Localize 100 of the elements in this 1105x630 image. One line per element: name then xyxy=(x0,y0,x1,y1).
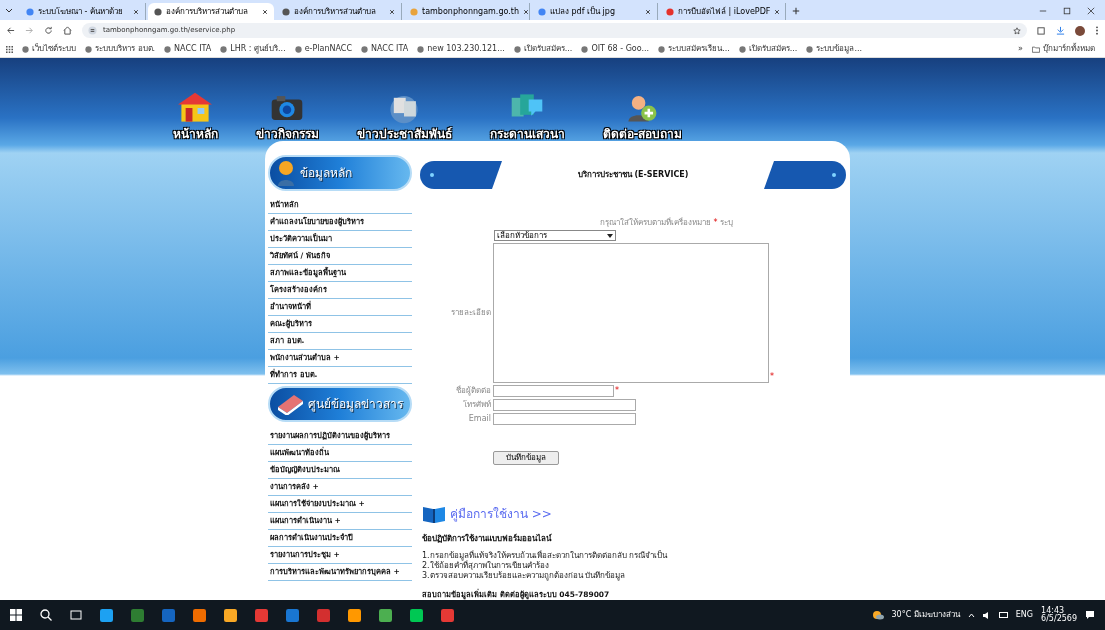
section-heading: ศูนย์ข้อมูลข่าวสาร xyxy=(308,396,403,413)
rule-text: 2.ใช้ถ้อยคำที่สุภาพในการเขียนคำร้อง xyxy=(422,561,549,571)
weather-text[interactable]: 30°C มีเมฆบางส่วน xyxy=(891,609,960,621)
all-bookmarks-button[interactable]: บุ๊กมาร์กทั้งหมด xyxy=(1032,43,1099,55)
tab-title: แปลง pdf เป็น jpg xyxy=(550,5,616,18)
user-manual-link[interactable]: คู่มือการใช้งาน >> xyxy=(450,505,552,523)
close-icon[interactable] xyxy=(262,8,268,15)
bookmark-icon xyxy=(85,45,92,53)
maximize-icon[interactable] xyxy=(1063,7,1071,15)
field-label: รายละเอียด xyxy=(450,307,492,319)
topic-dropdown[interactable]: เลือกหัวข้อการ xyxy=(494,230,616,241)
reload-icon[interactable] xyxy=(44,26,53,35)
bookmark-icon xyxy=(658,45,666,53)
taskbar-app-icon[interactable] xyxy=(100,608,113,622)
book-icon xyxy=(276,393,304,415)
close-icon[interactable] xyxy=(645,8,651,15)
star-icon[interactable] xyxy=(1013,26,1021,35)
taskbar-app-icon[interactable] xyxy=(193,608,206,622)
field-label: ชื่อผู้ติดต่อ xyxy=(455,385,492,397)
bookmark-label: NACC ITA xyxy=(371,43,409,55)
close-icon[interactable] xyxy=(1087,7,1095,15)
bookmark-label: e-PlanNACC xyxy=(304,43,352,55)
taskbar-app-icon[interactable] xyxy=(379,608,392,622)
rule-text: 3.ตรวจสอบความเรียบร้อยและความถูกต้องก่อน บันทึกข้อมูล xyxy=(422,571,627,581)
tab-title: องค์การบริหารส่วนตำบล xyxy=(294,5,377,18)
language-indicator[interactable]: ENG xyxy=(1015,609,1034,621)
favicon-icon xyxy=(410,7,418,16)
rules-heading: ข้อปฏิบัติการใช้งานแบบฟอร์มออนไลน์ xyxy=(422,533,553,545)
page-title: บริการประชาชน (E-SERVICE) xyxy=(576,169,690,181)
tab-title: องค์การบริหารส่วนตำบล xyxy=(166,5,249,18)
favicon-icon xyxy=(282,7,290,16)
taskbar-app-icon[interactable] xyxy=(224,608,237,622)
back-icon[interactable] xyxy=(6,26,15,35)
bookmark-icon xyxy=(361,45,368,53)
taskbar-app-icon[interactable] xyxy=(410,608,423,622)
bookmark-icon xyxy=(738,45,746,53)
notification-icon[interactable] xyxy=(1085,610,1095,620)
close-icon[interactable] xyxy=(522,8,529,15)
text-input[interactable] xyxy=(493,413,636,425)
taskbar-app-icon[interactable] xyxy=(255,608,268,622)
network-icon[interactable] xyxy=(998,611,1008,619)
bookmark-label: เปิดรับสมัคร... xyxy=(523,43,573,55)
bookmark[interactable]: ระบบข้อมูล... xyxy=(806,43,863,55)
tab-title: tambonphonngam.go.th xyxy=(422,5,519,18)
person-icon xyxy=(276,160,296,186)
favicon-icon xyxy=(538,7,546,16)
house-icon xyxy=(178,91,212,125)
download-icon[interactable] xyxy=(1056,26,1065,35)
bookmark-label: LHR : ศูนย์บริ... xyxy=(230,43,286,55)
bookmark[interactable]: e-PlanNACC xyxy=(294,43,352,55)
bookmark[interactable]: LHR : ศูนย์บริ... xyxy=(220,43,286,55)
close-icon[interactable] xyxy=(133,8,139,15)
close-icon[interactable] xyxy=(389,8,395,15)
section-heading: ข้อมูลหลัก xyxy=(300,165,352,182)
menu-icon[interactable] xyxy=(1095,26,1099,35)
tab-title: ระบบโฆษณา - ค้นหาด้วย xyxy=(38,5,124,18)
home-icon[interactable] xyxy=(63,26,72,35)
close-icon[interactable] xyxy=(774,8,781,15)
new-tab-icon[interactable] xyxy=(792,7,800,15)
bookmark[interactable]: NACC ITA xyxy=(361,43,409,55)
bookmark[interactable]: เปิดรับสมัคร... xyxy=(738,43,798,55)
site-info-icon[interactable] xyxy=(88,26,97,35)
bookmark[interactable]: เว็บไซต์ระบบ xyxy=(22,43,76,55)
favicon-icon xyxy=(154,7,162,16)
save-button[interactable]: บันทึกข้อมูล xyxy=(493,451,559,465)
search-icon[interactable] xyxy=(40,609,52,621)
taskbar-app-icon[interactable] xyxy=(348,608,361,622)
browser-tab[interactable]: องค์การบริหารส่วนตำบล xyxy=(148,3,274,20)
taskbar-app-icon[interactable] xyxy=(286,608,299,622)
speaker-icon[interactable] xyxy=(982,611,991,619)
windows-start-icon[interactable] xyxy=(10,609,22,621)
rule-text: 1.กรอกข้อมูลที่แท้จริงให้ครบถ้วนเพื่อสะดวกในการติดต่อกลับ กรณีจำเป็น xyxy=(422,551,669,561)
bookmark-icon xyxy=(581,45,589,53)
weather-icon[interactable] xyxy=(871,610,884,620)
text-input[interactable] xyxy=(493,399,636,411)
folder-icon xyxy=(1032,45,1040,53)
book-icon xyxy=(422,505,446,523)
bookmark-icon xyxy=(22,45,29,53)
bookmark-icon xyxy=(164,45,172,53)
text-input[interactable] xyxy=(493,385,614,397)
bookmark-icon xyxy=(417,45,425,53)
apps-icon[interactable] xyxy=(6,45,13,53)
task-view-icon[interactable] xyxy=(70,609,82,621)
bookmark[interactable]: เปิดรับสมัคร... xyxy=(513,43,573,55)
required-mark: * xyxy=(615,385,619,397)
profile-icon[interactable] xyxy=(1075,25,1085,36)
extensions-icon[interactable] xyxy=(1037,26,1046,35)
field-label: โทรศัพท์ xyxy=(462,399,492,411)
bookmark-label: เว็บไซต์ระบบ xyxy=(32,43,76,55)
field-label: Email xyxy=(467,413,492,425)
bookmark-label: NACC ITA xyxy=(174,43,212,55)
taskbar-app-icon[interactable] xyxy=(441,608,454,622)
bookmark-icon xyxy=(294,45,302,53)
clock[interactable]: 14:43 6/5/2569 xyxy=(1041,607,1077,623)
bookmark-icon xyxy=(220,45,228,53)
chevron-up-icon[interactable] xyxy=(967,612,975,618)
bookmark-icon xyxy=(513,45,521,53)
bookmark-label: เปิดรับสมัคร... xyxy=(748,43,798,55)
bookmarks-more-button[interactable]: » xyxy=(1018,43,1023,55)
bookmark[interactable]: NACC ITA xyxy=(164,43,212,55)
